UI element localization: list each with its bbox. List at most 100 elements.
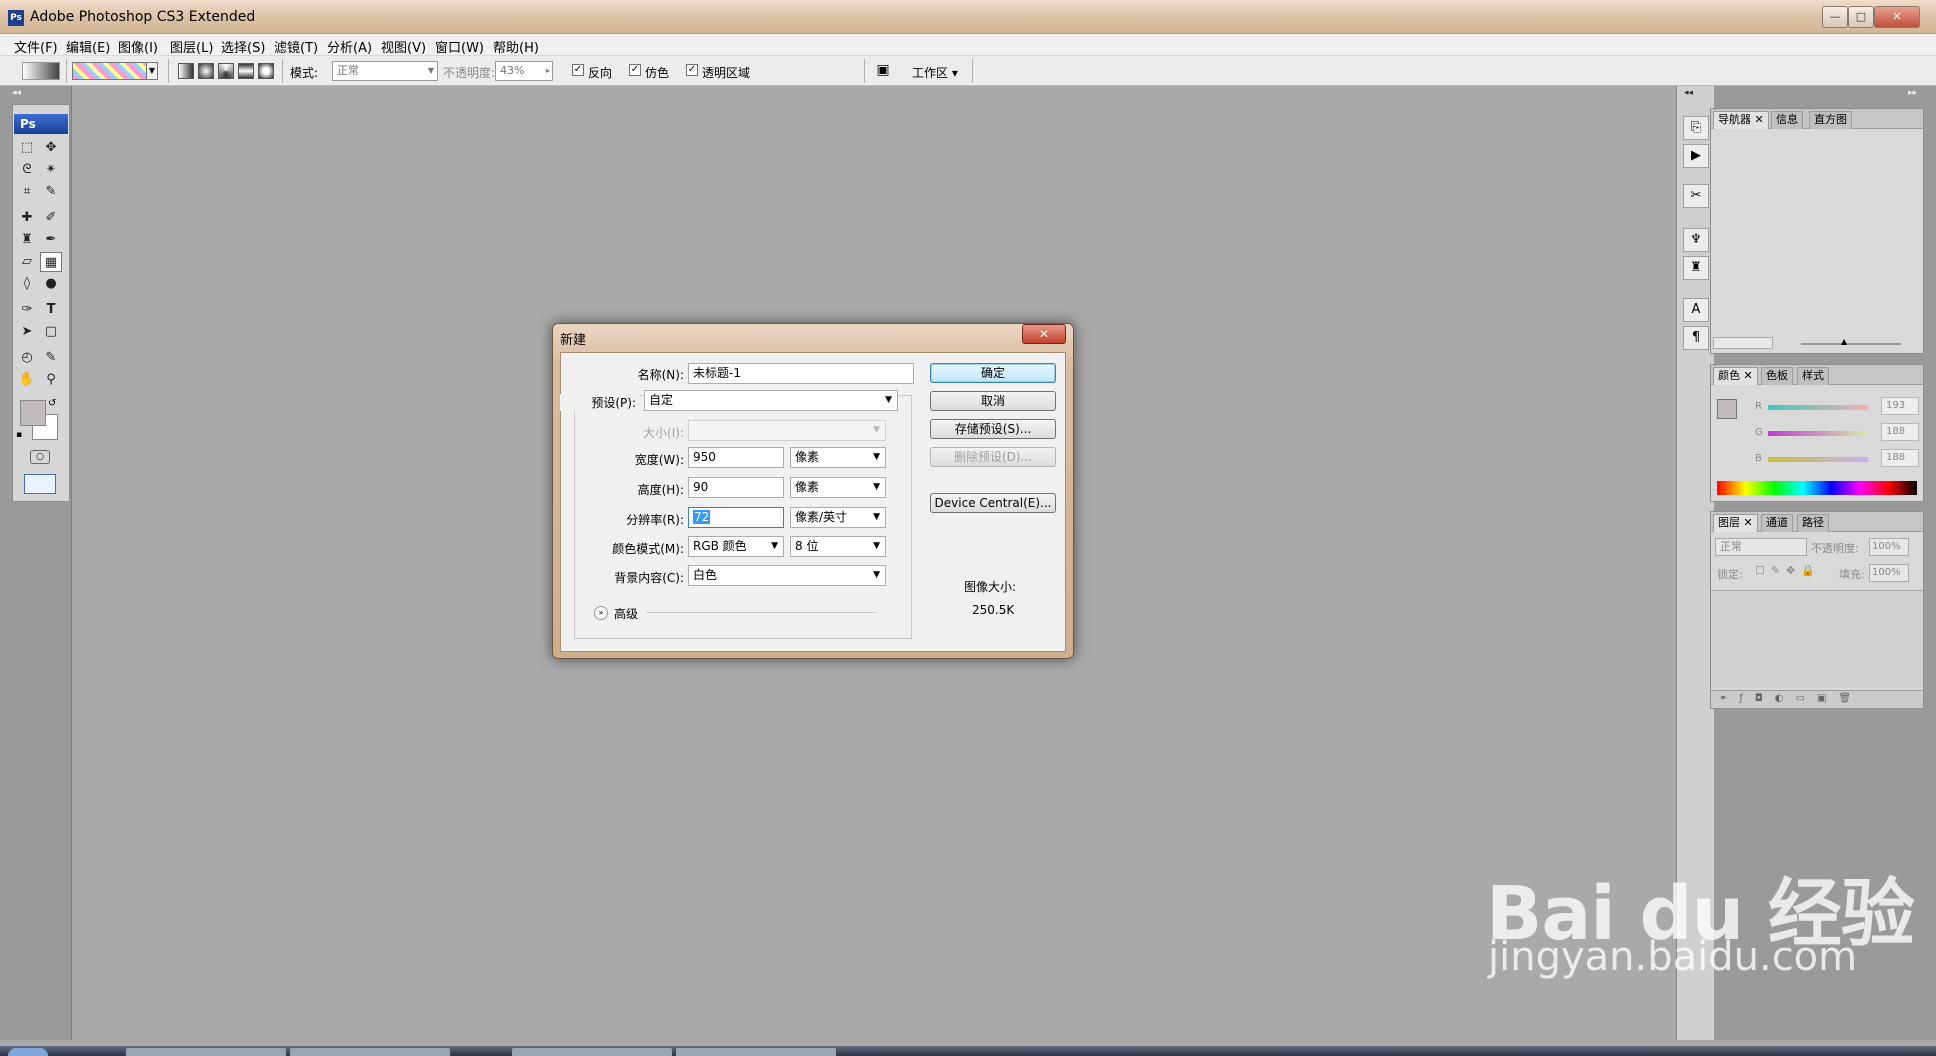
navigator-zoom-slider[interactable] [1801,343,1901,345]
swap-colors-icon[interactable]: ↺ [48,398,56,409]
3d-rotate-tool-icon[interactable]: ◴ [16,348,38,368]
tab-paths[interactable]: 路径 [1797,514,1829,532]
menu-select[interactable]: 选择(S) [221,37,265,56]
height-input[interactable]: 90 [688,477,784,498]
eyedropper-tool-icon[interactable]: ✎ [40,348,62,368]
dither-checkbox[interactable]: ✓ [629,64,641,76]
brush-tool-icon[interactable]: ✐ [40,208,62,228]
tab-swatches[interactable]: 色板 [1761,367,1793,385]
tab-channels[interactable]: 通道 [1761,514,1793,532]
history-brush-tool-icon[interactable]: ✒ [40,230,62,250]
tool-presets-icon[interactable]: ✂ [1683,184,1709,208]
zoom-slider-handle-icon[interactable]: ▲ [1841,337,1847,346]
gradient-picker-arrow-icon[interactable]: ▼ [146,62,158,80]
width-unit-select[interactable]: 像素 ▼ [790,447,886,468]
transparency-checkbox[interactable]: ✓ [686,64,698,76]
foreground-color-swatch-front[interactable] [20,400,46,426]
character-panel-icon[interactable]: A [1683,298,1709,322]
marquee-tool-icon[interactable]: ⬚ [16,138,38,158]
ok-button[interactable]: 确定 [930,363,1056,383]
type-tool-icon[interactable]: T [40,300,62,320]
menu-filter[interactable]: 滤镜(T) [274,37,318,56]
actions-panel-icon[interactable]: ▶ [1683,144,1709,168]
gradient-tool-preset-picker[interactable] [22,62,60,80]
workspace-menu[interactable]: 工作区 ▾ [912,64,958,81]
tab-histogram[interactable]: 直方图 [1809,111,1852,129]
magic-wand-tool-icon[interactable]: ✴ [40,160,62,180]
width-input[interactable]: 950 [688,447,784,468]
layers-opacity-input[interactable]: 100% [1869,538,1909,556]
opacity-input[interactable]: 43% ▸ [495,61,553,81]
reverse-checkbox[interactable]: ✓ [572,64,584,76]
taskbar-button-4[interactable] [676,1048,836,1056]
menu-layer[interactable]: 图层(L) [170,37,213,56]
lasso-tool-icon[interactable]: ᘓ [16,160,38,180]
r-slider[interactable] [1768,405,1868,410]
cancel-button[interactable]: 取消 [930,391,1056,411]
move-tool-icon[interactable]: ✥ [40,138,62,158]
bit-depth-select[interactable]: 8 位 ▼ [790,536,886,557]
b-value[interactable]: 188 [1881,449,1919,467]
dodge-tool-icon[interactable]: ● [40,274,62,294]
panels-expand-arrows-icon[interactable]: ▸▸ [1908,88,1917,98]
menu-view[interactable]: 视图(V) [381,37,426,56]
quick-mask-icon[interactable]: ○ [30,450,50,464]
tab-navigator[interactable]: 导航器 ✕ [1713,111,1769,129]
maximize-button[interactable]: □ [1848,6,1874,28]
eraser-tool-icon[interactable]: ▱ [16,252,38,272]
background-contents-select[interactable]: 白色 ▼ [688,565,886,586]
linear-gradient-icon[interactable] [178,63,194,79]
history-panel-icon[interactable]: ⎘ [1683,116,1709,140]
blur-tool-icon[interactable]: ◊ [16,274,38,294]
pen-tool-icon[interactable]: ✑ [16,300,38,320]
advanced-label[interactable]: 高级 [614,605,638,622]
menu-window[interactable]: 窗口(W) [435,37,484,56]
b-slider[interactable] [1768,457,1868,462]
gradient-tool-icon[interactable]: ▦ [40,252,62,272]
menu-file[interactable]: 文件(F) [14,37,58,56]
lock-icons[interactable]: ☐✎✥🔒 [1755,564,1821,577]
r-value[interactable]: 193 [1881,397,1919,415]
mode-select[interactable]: 正常 ▼ [332,61,438,81]
device-central-button[interactable]: Device Central(E)... [930,493,1056,513]
preset-select[interactable]: 自定 ▼ [644,390,898,411]
menu-analysis[interactable]: 分析(A) [327,37,372,56]
ps-logo[interactable]: Ps [14,114,68,134]
menu-image[interactable]: 图像(I) [118,37,158,56]
clone-source-panel-icon[interactable]: ♜ [1683,256,1709,280]
default-colors-icon[interactable]: ▪ [16,430,22,440]
blend-mode-select[interactable]: 正常 [1715,538,1807,556]
shape-tool-icon[interactable]: ▢ [40,322,62,342]
navigator-zoom-field[interactable] [1713,337,1773,349]
menu-help[interactable]: 帮助(H) [493,37,539,56]
crop-tool-icon[interactable]: ⌗ [16,182,38,202]
bridge-icon[interactable]: ▣ [872,62,894,80]
g-slider[interactable] [1768,431,1868,436]
resolution-input[interactable]: 72 [688,507,784,528]
collapse-arrows-icon[interactable]: ◂◂ [12,88,21,98]
slice-tool-icon[interactable]: ✎ [40,182,62,202]
zoom-tool-icon[interactable]: ⚲ [40,370,62,390]
hand-tool-icon[interactable]: ✋ [16,370,38,390]
tab-info[interactable]: 信息 [1771,111,1803,129]
taskbar-button-3[interactable] [512,1048,672,1056]
dock-collapse-arrows-icon[interactable]: ◂◂ [1684,88,1693,98]
radial-gradient-icon[interactable] [198,63,214,79]
paragraph-panel-icon[interactable]: ¶ [1683,326,1709,350]
diamond-gradient-icon[interactable] [258,63,274,79]
name-input[interactable]: 未标题-1 [688,363,914,384]
taskbar-button-2[interactable] [290,1048,450,1056]
reflected-gradient-icon[interactable] [238,63,254,79]
tab-layers[interactable]: 图层 ✕ [1713,514,1758,532]
start-button[interactable] [8,1048,48,1056]
color-spectrum-bar[interactable] [1717,481,1917,495]
tab-styles[interactable]: 样式 [1797,367,1829,385]
brushes-panel-icon[interactable]: ♆ [1683,228,1709,252]
clone-stamp-tool-icon[interactable]: ♜ [16,230,38,250]
color-panel-foreground-swatch[interactable] [1717,399,1737,419]
minimize-button[interactable]: — [1822,6,1848,28]
height-unit-select[interactable]: 像素 ▼ [790,477,886,498]
dialog-close-button[interactable]: ✕ [1022,324,1066,344]
screen-mode-icon[interactable] [24,474,56,494]
resolution-unit-select[interactable]: 像素/英寸 ▼ [790,507,886,528]
